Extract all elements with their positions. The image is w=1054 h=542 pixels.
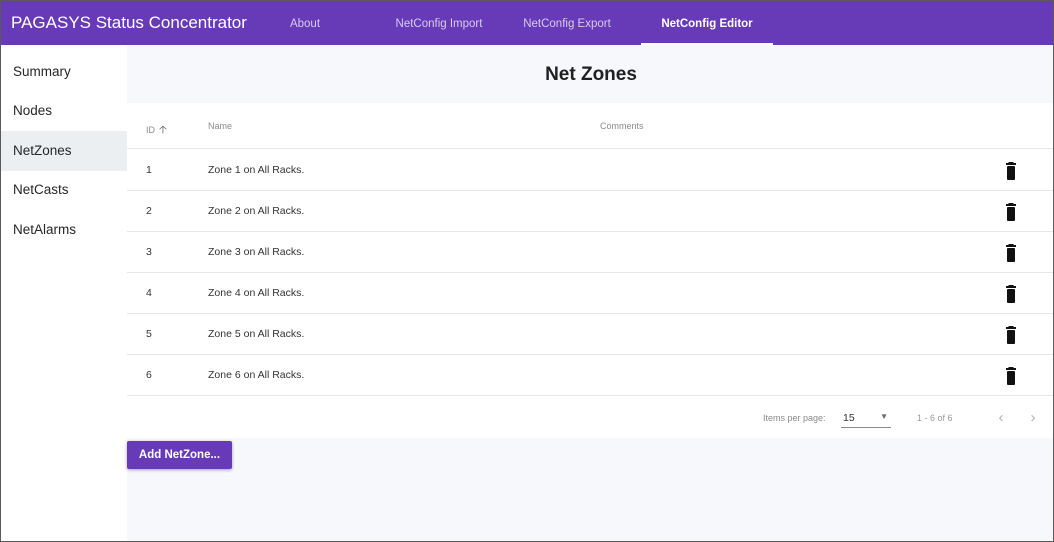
sidebar-item-netcasts[interactable]: NetCasts bbox=[1, 170, 127, 210]
column-header-name[interactable]: Name bbox=[208, 121, 232, 131]
main-content: Net Zones ID 🡡 Name Comments 1 Zone 1 on … bbox=[127, 45, 1053, 541]
arrow-up-icon: 🡡 bbox=[159, 124, 167, 136]
netzones-table: ID 🡡 Name Comments 1 Zone 1 on All Racks.… bbox=[127, 103, 1053, 438]
cell-name: Zone 4 on All Racks. bbox=[208, 287, 305, 299]
cell-id: 4 bbox=[146, 287, 152, 299]
app-window: PAGASYS Status Concentrator About NetCon… bbox=[0, 0, 1054, 542]
trash-icon[interactable] bbox=[1001, 244, 1021, 262]
chevron-left-icon[interactable]: ‹ bbox=[991, 407, 1011, 429]
chevron-right-icon[interactable]: › bbox=[1023, 407, 1043, 429]
add-netzone-button[interactable]: Add NetZone... bbox=[127, 441, 232, 469]
table-row[interactable]: 2 Zone 2 on All Racks. bbox=[127, 191, 1053, 232]
cell-id: 6 bbox=[146, 369, 152, 381]
items-per-page-label: Items per page: bbox=[763, 413, 826, 423]
trash-icon[interactable] bbox=[1001, 203, 1021, 221]
paginator: Items per page: 15 ▼ 1 - 6 of 6 ‹ › bbox=[127, 398, 1053, 438]
page-title: Net Zones bbox=[545, 64, 637, 85]
tab-netconfig-export[interactable]: NetConfig Export bbox=[515, 1, 619, 45]
trash-icon[interactable] bbox=[1001, 162, 1021, 180]
column-header-comments[interactable]: Comments bbox=[600, 121, 644, 131]
table-row[interactable]: 6 Zone 6 on All Racks. bbox=[127, 355, 1053, 396]
cell-id: 5 bbox=[146, 328, 152, 340]
column-header-id[interactable]: ID 🡡 bbox=[146, 121, 167, 140]
table-header: ID 🡡 Name Comments bbox=[127, 103, 1053, 149]
top-toolbar: PAGASYS Status Concentrator About NetCon… bbox=[1, 1, 1053, 45]
cell-name: Zone 2 on All Racks. bbox=[208, 205, 305, 217]
cell-name: Zone 1 on All Racks. bbox=[208, 164, 305, 176]
sidebar: Summary Nodes NetZones NetCasts NetAlarm… bbox=[1, 45, 127, 541]
trash-icon[interactable] bbox=[1001, 285, 1021, 303]
page-range-label: 1 - 6 of 6 bbox=[917, 413, 953, 423]
cell-name: Zone 3 on All Racks. bbox=[208, 246, 305, 258]
tab-netconfig-editor[interactable]: NetConfig Editor bbox=[641, 1, 773, 45]
items-per-page-value: 15 bbox=[843, 412, 855, 424]
cell-id: 3 bbox=[146, 246, 152, 258]
caret-down-icon: ▼ bbox=[880, 412, 888, 421]
cell-name: Zone 5 on All Racks. bbox=[208, 328, 305, 340]
app-title: PAGASYS Status Concentrator bbox=[11, 13, 247, 32]
cell-id: 2 bbox=[146, 205, 152, 217]
sidebar-item-nodes[interactable]: Nodes bbox=[1, 91, 127, 131]
cell-id: 1 bbox=[146, 164, 152, 176]
items-per-page-select[interactable]: 15 ▼ bbox=[841, 408, 891, 428]
table-row[interactable]: 3 Zone 3 on All Racks. bbox=[127, 232, 1053, 273]
column-header-id-label: ID bbox=[146, 125, 155, 135]
table-row[interactable]: 1 Zone 1 on All Racks. bbox=[127, 150, 1053, 191]
trash-icon[interactable] bbox=[1001, 367, 1021, 385]
sidebar-item-netzones[interactable]: NetZones bbox=[1, 131, 127, 171]
sidebar-item-netalarms[interactable]: NetAlarms bbox=[1, 210, 127, 250]
trash-icon[interactable] bbox=[1001, 326, 1021, 344]
tab-netconfig-import[interactable]: NetConfig Import bbox=[385, 1, 493, 45]
tab-netconfig-editor-label: NetConfig Editor bbox=[661, 18, 753, 30]
sidebar-item-summary[interactable]: Summary bbox=[1, 52, 127, 92]
tab-about[interactable]: About bbox=[273, 1, 337, 45]
cell-name: Zone 6 on All Racks. bbox=[208, 369, 305, 381]
table-row[interactable]: 4 Zone 4 on All Racks. bbox=[127, 273, 1053, 314]
table-row[interactable]: 5 Zone 5 on All Racks. bbox=[127, 314, 1053, 355]
